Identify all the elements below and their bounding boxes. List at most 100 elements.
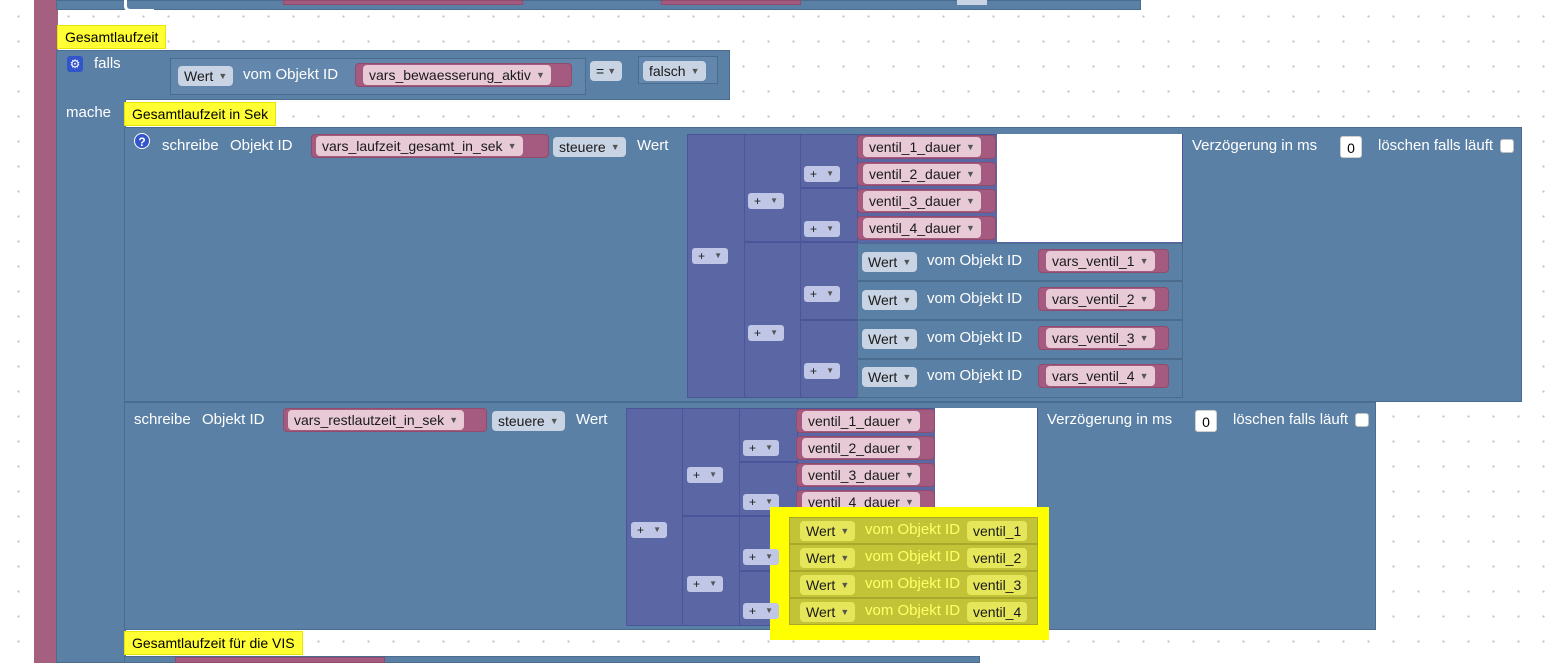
object-id-block[interactable]: vars_ventil_1 ▼ bbox=[1038, 249, 1169, 273]
help-icon[interactable]: ? bbox=[134, 133, 150, 149]
plus-operator[interactable]: + ▼ bbox=[692, 248, 728, 264]
plus-operator-label: + bbox=[810, 364, 818, 378]
value-dropdown[interactable]: Wert ▼ bbox=[800, 575, 856, 595]
value-dropdown[interactable]: Wert ▼ bbox=[800, 602, 856, 622]
value-dropdown[interactable]: Wert ▼ bbox=[178, 66, 234, 86]
var-dropdown[interactable]: ventil_1_dauer ▼ bbox=[802, 411, 920, 431]
write2-object-id-value: vars_restlautzeit_in_sek bbox=[294, 412, 445, 428]
plus-operator-label: + bbox=[698, 249, 706, 263]
value-dropdown[interactable]: Wert ▼ bbox=[862, 367, 918, 387]
var-value: ventil_4_dauer bbox=[869, 220, 961, 236]
plus-operator-label: + bbox=[754, 326, 762, 340]
plus-operator[interactable]: + ▼ bbox=[743, 440, 779, 456]
value-dropdown[interactable]: Wert ▼ bbox=[800, 548, 856, 568]
chevron-down-icon: ▼ bbox=[902, 372, 912, 382]
plus-operator-label: + bbox=[693, 577, 701, 591]
value-dropdown[interactable]: Wert ▼ bbox=[800, 521, 856, 541]
plus-operator[interactable]: + ▼ bbox=[804, 363, 840, 379]
var-ventil-2-dauer[interactable]: ventil_2_dauer ▼ bbox=[857, 162, 996, 186]
object-id-dropdown[interactable]: vars_ventil_4 ▼ bbox=[1046, 366, 1155, 386]
comment-gesamtlaufzeit-vis[interactable]: Gesamtlaufzeit für die VIS bbox=[124, 631, 303, 655]
write2-object-id-dropdown[interactable]: vars_restlautzeit_in_sek ▼ bbox=[288, 410, 465, 430]
chevron-down-icon: ▼ bbox=[826, 366, 834, 375]
var-ventil-1-dauer[interactable]: ventil_1_dauer ▼ bbox=[796, 409, 935, 433]
plus-operator[interactable]: + ▼ bbox=[743, 603, 779, 619]
object-id-block[interactable]: vars_bewaesserung_aktiv ▼ bbox=[355, 63, 572, 87]
object-id-value: vars_ventil_1 bbox=[1052, 253, 1135, 269]
object-id-block[interactable]: vars_ventil_4 ▼ bbox=[1038, 364, 1169, 388]
plus-operator[interactable]: + ▼ bbox=[748, 193, 784, 209]
plus-operator[interactable]: + ▼ bbox=[804, 221, 840, 237]
object-id-block[interactable]: vars_ventil_3 ▼ bbox=[1038, 326, 1169, 350]
operator-dropdown[interactable]: = ▼ bbox=[590, 61, 623, 81]
object-id-dropdown[interactable]: vars_ventil_2 ▼ bbox=[1046, 289, 1155, 309]
comment-gesamtlaufzeit-sek[interactable]: Gesamtlaufzeit in Sek bbox=[124, 102, 277, 126]
chevron-down-icon: ▼ bbox=[904, 470, 914, 480]
delay-input[interactable]: 0 bbox=[1195, 410, 1217, 432]
delay-input[interactable]: 0 bbox=[1340, 136, 1362, 158]
plus-operator-label: + bbox=[810, 167, 818, 181]
math-add-b2-1[interactable] bbox=[800, 320, 858, 398]
plus-operator[interactable]: + ▼ bbox=[748, 325, 784, 341]
var-dropdown[interactable]: ventil_3_dauer ▼ bbox=[863, 191, 981, 211]
chevron-down-icon: ▼ bbox=[840, 607, 850, 617]
comment-gesamtlaufzeit[interactable]: Gesamtlaufzeit bbox=[57, 25, 167, 49]
var-dropdown[interactable]: ventil_1_dauer ▼ bbox=[863, 137, 981, 157]
object-id-dropdown[interactable]: vars_bewaesserung_aktiv ▼ bbox=[363, 65, 551, 85]
write1-mode-dropdown[interactable]: steuere ▼ bbox=[553, 137, 626, 157]
compare-dropdown[interactable]: falsch ▼ bbox=[643, 61, 706, 81]
plus-operator[interactable]: + ▼ bbox=[804, 286, 840, 302]
clear-checkbox[interactable] bbox=[1355, 413, 1369, 427]
write1-object-id-block[interactable]: vars_laufzeit_gesamt_in_sek ▼ bbox=[311, 134, 549, 158]
var-value: ventil_2_dauer bbox=[869, 166, 961, 182]
object-id-dropdown[interactable]: ventil_1 bbox=[967, 521, 1028, 541]
object-id-value: ventil_4 bbox=[973, 604, 1022, 620]
write1-object-id-dropdown[interactable]: vars_laufzeit_gesamt_in_sek ▼ bbox=[316, 136, 523, 156]
chevron-down-icon: ▼ bbox=[549, 416, 559, 426]
var-dropdown[interactable]: ventil_2_dauer ▼ bbox=[863, 164, 981, 184]
plus-operator-label: + bbox=[754, 194, 762, 208]
plus-operator[interactable]: + ▼ bbox=[631, 522, 667, 538]
object-id-dropdown[interactable]: ventil_4 bbox=[967, 602, 1028, 622]
var-ventil-1-dauer[interactable]: ventil_1_dauer ▼ bbox=[857, 135, 996, 159]
plus-operator[interactable]: + ▼ bbox=[687, 576, 723, 592]
value-dropdown[interactable]: Wert ▼ bbox=[862, 252, 918, 272]
object-id-value: ventil_3 bbox=[973, 577, 1022, 593]
math-add-b1-1[interactable] bbox=[800, 242, 858, 320]
chevron-down-icon: ▼ bbox=[840, 580, 850, 590]
chevron-down-icon: ▼ bbox=[904, 416, 914, 426]
object-id-value: vars_bewaesserung_aktiv bbox=[369, 67, 531, 83]
object-id-dropdown[interactable]: vars_ventil_3 ▼ bbox=[1046, 328, 1155, 348]
outer-event-block[interactable] bbox=[34, 0, 58, 663]
plus-operator[interactable]: + ▼ bbox=[743, 549, 779, 565]
object-id-dropdown[interactable]: vars_ventil_1 ▼ bbox=[1046, 251, 1155, 271]
var-dropdown[interactable]: ventil_2_dauer ▼ bbox=[802, 438, 920, 458]
plus-operator[interactable]: + ▼ bbox=[804, 166, 840, 182]
gear-icon[interactable]: ⚙ bbox=[67, 56, 83, 72]
plus-operator[interactable]: + ▼ bbox=[687, 467, 723, 483]
var-ventil-4-dauer[interactable]: ventil_4_dauer ▼ bbox=[857, 216, 996, 240]
vom-objekt-id-label: vom Objekt ID bbox=[865, 548, 961, 565]
plus-operator-label: + bbox=[810, 222, 818, 236]
var-ventil-2-dauer[interactable]: ventil_2_dauer ▼ bbox=[796, 436, 935, 460]
var-ventil-3-dauer[interactable]: ventil_3_dauer ▼ bbox=[857, 189, 996, 213]
chevron-down-icon: ▼ bbox=[1139, 371, 1149, 381]
vom-objekt-id-label: vom Objekt ID bbox=[243, 66, 339, 83]
object-id-dropdown[interactable]: ventil_2 bbox=[967, 548, 1028, 568]
previous-block-var-1 bbox=[283, 0, 523, 5]
vom-objekt-id-label: vom Objekt ID bbox=[927, 252, 1023, 269]
var-ventil-3-dauer[interactable]: ventil_3_dauer ▼ bbox=[796, 463, 935, 487]
objekt-id-label: Objekt ID bbox=[230, 137, 293, 154]
chevron-down-icon: ▼ bbox=[965, 223, 975, 233]
var-dropdown[interactable]: ventil_3_dauer ▼ bbox=[802, 465, 920, 485]
chevron-down-icon: ▼ bbox=[770, 196, 778, 205]
object-id-dropdown[interactable]: ventil_3 bbox=[967, 575, 1028, 595]
chevron-down-icon: ▼ bbox=[1139, 294, 1149, 304]
object-id-block[interactable]: vars_ventil_2 ▼ bbox=[1038, 287, 1169, 311]
value-dropdown[interactable]: Wert ▼ bbox=[862, 329, 918, 349]
write2-object-id-block[interactable]: vars_restlautzeit_in_sek ▼ bbox=[283, 408, 487, 432]
clear-checkbox[interactable] bbox=[1500, 139, 1514, 153]
write2-mode-dropdown[interactable]: steuere ▼ bbox=[492, 411, 565, 431]
value-dropdown[interactable]: Wert ▼ bbox=[862, 290, 918, 310]
var-dropdown[interactable]: ventil_4_dauer ▼ bbox=[863, 218, 981, 238]
